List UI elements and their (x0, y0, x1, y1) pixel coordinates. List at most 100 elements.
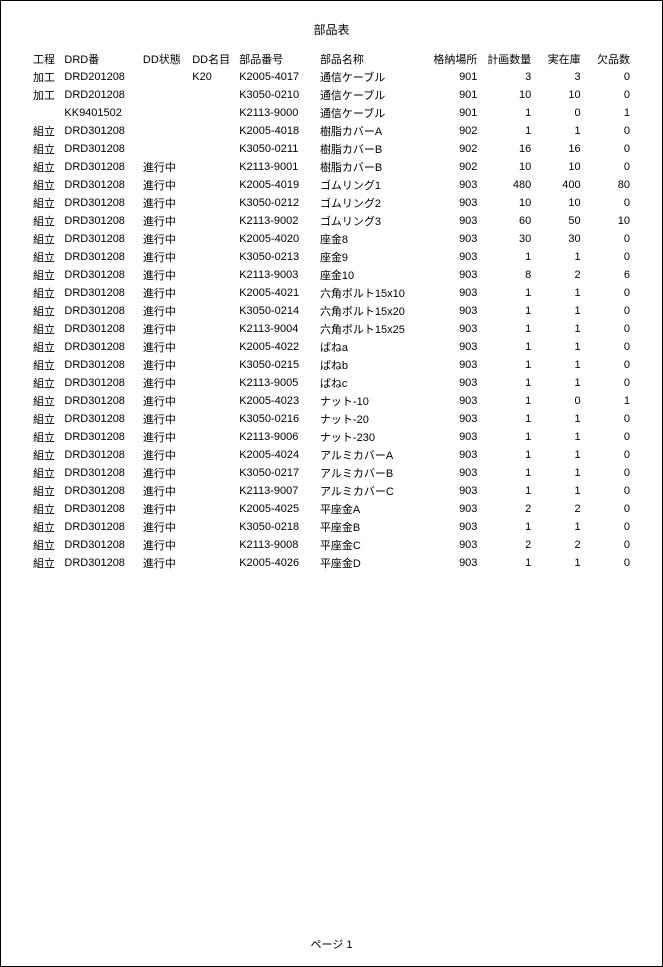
cell-loc: 903 (426, 284, 480, 302)
table-row: 組立DRD301208進行中K3050-0217アルミカバーB903110 (31, 464, 632, 482)
cell-plan: 1 (479, 356, 533, 374)
cell-process: 組立 (31, 320, 62, 338)
cell-ddstatus (141, 86, 190, 104)
cell-stock: 1 (533, 284, 582, 302)
cell-partname: ばねc (318, 374, 426, 392)
cell-ddname (190, 212, 237, 230)
table-row: 組立DRD301208進行中K2005-4019ゴムリング19034804008… (31, 176, 632, 194)
cell-loc: 903 (426, 266, 480, 284)
table-row: 組立DRD301208進行中K2005-4026平座金D903110 (31, 554, 632, 572)
cell-partname: 座金8 (318, 230, 426, 248)
cell-short: 0 (583, 554, 632, 572)
cell-stock: 30 (533, 230, 582, 248)
cell-ddstatus (141, 68, 190, 86)
cell-process: 組立 (31, 428, 62, 446)
cell-ddstatus: 進行中 (141, 212, 190, 230)
cell-stock: 2 (533, 536, 582, 554)
table-row: 組立DRD301208進行中K2113-9002ゴムリング3903605010 (31, 212, 632, 230)
cell-process: 組立 (31, 194, 62, 212)
cell-drd: DRD301208 (62, 428, 141, 446)
cell-drd: DRD301208 (62, 392, 141, 410)
col-header-loc: 格納場所 (426, 50, 480, 68)
cell-ddstatus: 進行中 (141, 500, 190, 518)
cell-stock: 2 (533, 266, 582, 284)
col-header-partname: 部品名称 (318, 50, 426, 68)
cell-partname: 六角ボルト15x10 (318, 284, 426, 302)
cell-plan: 3 (479, 68, 533, 86)
cell-partname: 通信ケーブル (318, 86, 426, 104)
cell-ddname (190, 554, 237, 572)
cell-partno: K2005-4018 (237, 122, 318, 140)
cell-partno: K2113-9002 (237, 212, 318, 230)
cell-plan: 480 (479, 176, 533, 194)
cell-ddname (190, 320, 237, 338)
cell-process: 組立 (31, 266, 62, 284)
cell-ddstatus: 進行中 (141, 518, 190, 536)
cell-loc: 902 (426, 140, 480, 158)
cell-plan: 1 (479, 284, 533, 302)
col-header-ddstatus: DD状態 (141, 50, 190, 68)
cell-partname: 六角ボルト15x20 (318, 302, 426, 320)
cell-short: 0 (583, 410, 632, 428)
cell-drd: DRD301208 (62, 266, 141, 284)
cell-drd: DRD301208 (62, 356, 141, 374)
cell-plan: 8 (479, 266, 533, 284)
cell-partno: K2113-9003 (237, 266, 318, 284)
cell-short: 0 (583, 320, 632, 338)
cell-loc: 903 (426, 302, 480, 320)
cell-ddstatus: 進行中 (141, 248, 190, 266)
cell-short: 0 (583, 464, 632, 482)
cell-process: 組立 (31, 338, 62, 356)
cell-stock: 1 (533, 446, 582, 464)
cell-drd: DRD301208 (62, 248, 141, 266)
cell-short: 0 (583, 158, 632, 176)
col-header-partno: 部品番号 (237, 50, 318, 68)
cell-process: 組立 (31, 230, 62, 248)
cell-ddstatus: 進行中 (141, 374, 190, 392)
cell-short: 0 (583, 230, 632, 248)
cell-short: 0 (583, 446, 632, 464)
cell-partname: アルミカバーB (318, 464, 426, 482)
cell-short: 0 (583, 428, 632, 446)
table-row: 組立DRD301208進行中K3050-0214六角ボルト15x20903110 (31, 302, 632, 320)
cell-stock: 1 (533, 374, 582, 392)
cell-stock: 1 (533, 554, 582, 572)
cell-drd: KK9401502 (62, 104, 141, 122)
cell-drd: DRD201208 (62, 86, 141, 104)
cell-loc: 903 (426, 446, 480, 464)
cell-loc: 903 (426, 500, 480, 518)
cell-partno: K2005-4024 (237, 446, 318, 464)
table-row: 組立DRD301208K3050-0211樹脂カバーB90216160 (31, 140, 632, 158)
cell-stock: 50 (533, 212, 582, 230)
cell-ddstatus: 進行中 (141, 356, 190, 374)
cell-loc: 903 (426, 212, 480, 230)
cell-ddstatus: 進行中 (141, 194, 190, 212)
cell-plan: 1 (479, 410, 533, 428)
cell-partname: ばねb (318, 356, 426, 374)
cell-stock: 1 (533, 338, 582, 356)
cell-ddname (190, 374, 237, 392)
cell-process: 組立 (31, 536, 62, 554)
table-row: 組立DRD301208進行中K2113-9006ナット-230903110 (31, 428, 632, 446)
cell-process: 組立 (31, 284, 62, 302)
cell-ddname (190, 284, 237, 302)
col-header-plan: 計画数量 (479, 50, 533, 68)
cell-partno: K2113-9000 (237, 104, 318, 122)
cell-ddstatus: 進行中 (141, 320, 190, 338)
cell-ddstatus: 進行中 (141, 176, 190, 194)
report-title: 部品表 (31, 21, 632, 38)
cell-process: 組立 (31, 122, 62, 140)
cell-ddname (190, 230, 237, 248)
cell-partno: K3050-0215 (237, 356, 318, 374)
cell-partno: K2113-9006 (237, 428, 318, 446)
cell-ddname (190, 302, 237, 320)
cell-plan: 60 (479, 212, 533, 230)
cell-ddname (190, 410, 237, 428)
cell-plan: 30 (479, 230, 533, 248)
cell-partname: 座金9 (318, 248, 426, 266)
cell-plan: 1 (479, 392, 533, 410)
cell-stock: 1 (533, 122, 582, 140)
cell-partno: K3050-0217 (237, 464, 318, 482)
cell-stock: 1 (533, 482, 582, 500)
cell-drd: DRD301208 (62, 230, 141, 248)
